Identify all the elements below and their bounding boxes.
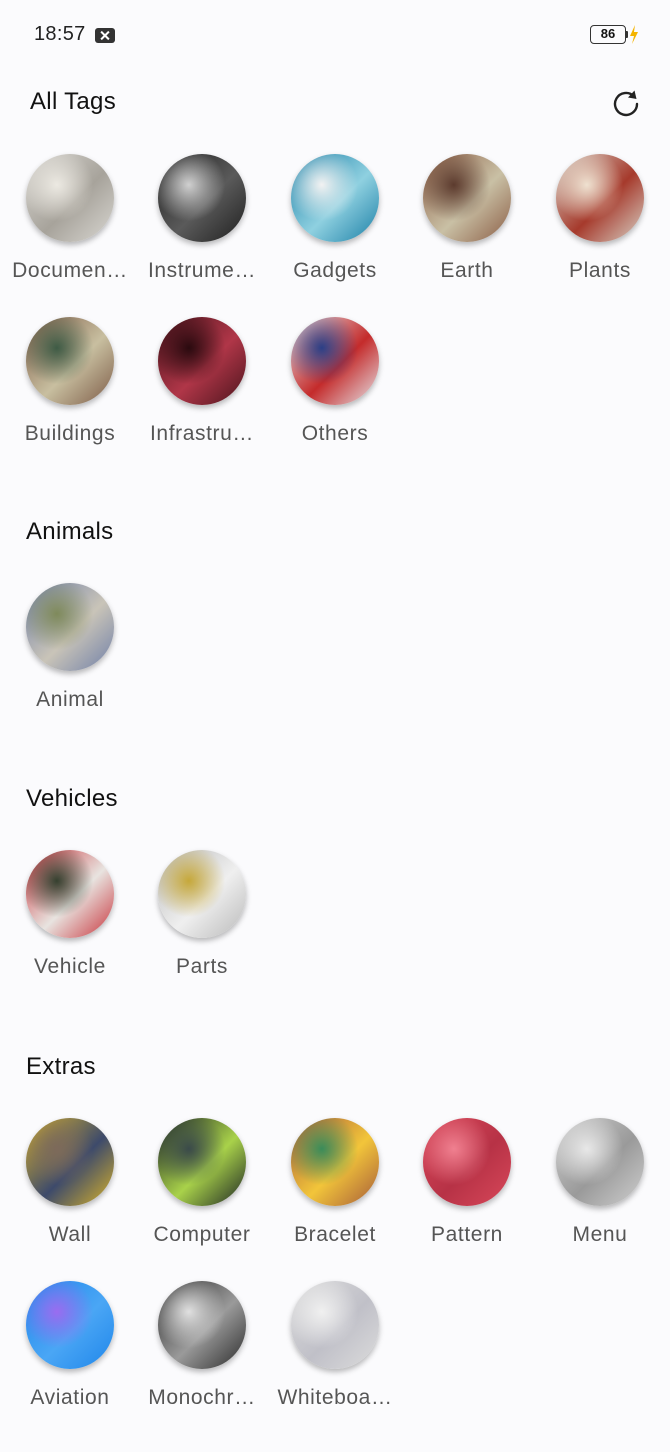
refresh-button[interactable] [606, 84, 646, 124]
tag-thumbnail [26, 1281, 114, 1369]
tag-label: Monochr… [148, 1386, 256, 1409]
tag-row: Documen… Instrume… Gadgets Earth Plants [0, 154, 670, 317]
tag-tile[interactable]: Earth [401, 154, 533, 304]
battery-icon: 86 [590, 25, 626, 44]
tag-thumbnail [26, 583, 114, 671]
battery-tip [626, 31, 628, 38]
tag-thumbnail-image [26, 583, 114, 671]
vehicles-grid: Vehicle Parts [0, 850, 670, 1013]
tag-thumbnail-image [556, 154, 644, 242]
tag-tile[interactable]: Bracelet [269, 1118, 401, 1268]
tag-tile[interactable]: Whiteboa… [269, 1281, 401, 1431]
tag-label: Gadgets [293, 259, 377, 282]
tag-tile[interactable]: Gadgets [269, 154, 401, 304]
tag-label: Parts [175, 955, 228, 978]
tag-label: Buildings [24, 422, 116, 445]
tag-tile[interactable]: Instrume… [136, 154, 268, 304]
tag-tile[interactable]: Wall [4, 1118, 136, 1268]
tag-label: Others [301, 422, 369, 445]
extras-title: Extras [26, 1053, 96, 1080]
tag-label: Pattern [431, 1223, 503, 1246]
tag-thumbnail [556, 1118, 644, 1206]
tag-label: Instrume… [147, 259, 257, 282]
tag-thumbnail [158, 850, 246, 938]
tag-thumbnail-image [291, 1281, 379, 1369]
tag-row: Buildings Infrastru… Others [0, 317, 670, 480]
tag-thumbnail-image [158, 317, 246, 405]
tag-tile[interactable]: Aviation [4, 1281, 136, 1431]
tag-tile[interactable]: Parts [136, 850, 268, 1000]
tag-tile[interactable]: Pattern [401, 1118, 533, 1268]
tag-tile[interactable]: Documen… [4, 154, 136, 304]
refresh-icon [613, 90, 639, 117]
tag-thumbnail [158, 317, 246, 405]
tag-thumbnail-image [423, 154, 511, 242]
tag-tile[interactable]: Menu [534, 1118, 666, 1268]
tag-label: Plants [569, 259, 631, 282]
tag-row: Animal [0, 583, 670, 746]
tag-thumbnail-image [26, 1118, 114, 1206]
tag-tile[interactable]: Computer [136, 1118, 268, 1268]
tag-thumbnail [291, 154, 379, 242]
extras-grid: Wall Computer Bracelet Pattern Menu Aviation M… [0, 1118, 670, 1444]
tag-tile[interactable]: Animal [4, 583, 136, 733]
tag-tile[interactable]: Monochr… [136, 1281, 268, 1431]
all-tags-grid: Documen… Instrume… Gadgets Earth Plants Build… [0, 154, 670, 480]
tag-thumbnail [291, 1118, 379, 1206]
tag-thumbnail [423, 154, 511, 242]
tag-row: Aviation Monochr… Whiteboa… [0, 1281, 670, 1444]
tag-thumbnail-image [158, 1118, 246, 1206]
tag-thumbnail [26, 154, 114, 242]
vehicles-title: Vehicles [26, 785, 118, 812]
tag-label: Infrastru… [149, 422, 255, 445]
tag-thumbnail [423, 1118, 511, 1206]
tag-thumbnail-image [556, 1118, 644, 1206]
animals-grid: Animal [0, 583, 670, 746]
tag-tile[interactable]: Infrastru… [136, 317, 268, 467]
tag-thumbnail-image [291, 1118, 379, 1206]
tag-thumbnail [158, 1281, 246, 1369]
tag-thumbnail [158, 154, 246, 242]
tag-thumbnail-image [26, 850, 114, 938]
tag-label: Whiteboa… [277, 1386, 393, 1409]
tag-label: Aviation [30, 1386, 110, 1409]
tag-thumbnail [291, 1281, 379, 1369]
tag-thumbnail-image [158, 154, 246, 242]
tag-tile[interactable]: Buildings [4, 317, 136, 467]
all-tags-title: All Tags [30, 88, 117, 115]
tag-tile[interactable]: Plants [534, 154, 666, 304]
tag-label: Wall [48, 1223, 92, 1246]
close-box-icon [95, 28, 115, 43]
tag-thumbnail-image [26, 1281, 114, 1369]
tag-label: Earth [440, 259, 494, 282]
tag-thumbnail-image [26, 154, 114, 242]
tag-thumbnail [556, 154, 644, 242]
tag-tile[interactable]: Others [269, 317, 401, 467]
tag-thumbnail-image [158, 1281, 246, 1369]
tag-label: Documen… [12, 259, 128, 282]
tag-thumbnail [26, 850, 114, 938]
tag-row: Vehicle Parts [0, 850, 670, 1013]
tag-thumbnail [158, 1118, 246, 1206]
tag-label: Animal [36, 688, 104, 711]
tag-thumbnail [26, 317, 114, 405]
status-bar: 18:57 86 [0, 0, 670, 70]
tag-thumbnail-image [26, 317, 114, 405]
tag-thumbnail-image [158, 850, 246, 938]
tag-thumbnail [291, 317, 379, 405]
status-time: 18:57 [34, 23, 86, 45]
tag-thumbnail-image [291, 154, 379, 242]
tag-label: Menu [572, 1223, 628, 1246]
tag-row: Wall Computer Bracelet Pattern Menu [0, 1118, 670, 1281]
tag-thumbnail-image [423, 1118, 511, 1206]
tag-label: Bracelet [294, 1223, 376, 1246]
tag-label: Vehicle [34, 955, 106, 978]
tag-tile[interactable]: Vehicle [4, 850, 136, 1000]
tag-thumbnail [26, 1118, 114, 1206]
tag-thumbnail-image [291, 317, 379, 405]
tag-label: Computer [153, 1223, 251, 1246]
animals-title: Animals [26, 518, 114, 545]
bolt-icon [630, 25, 638, 44]
